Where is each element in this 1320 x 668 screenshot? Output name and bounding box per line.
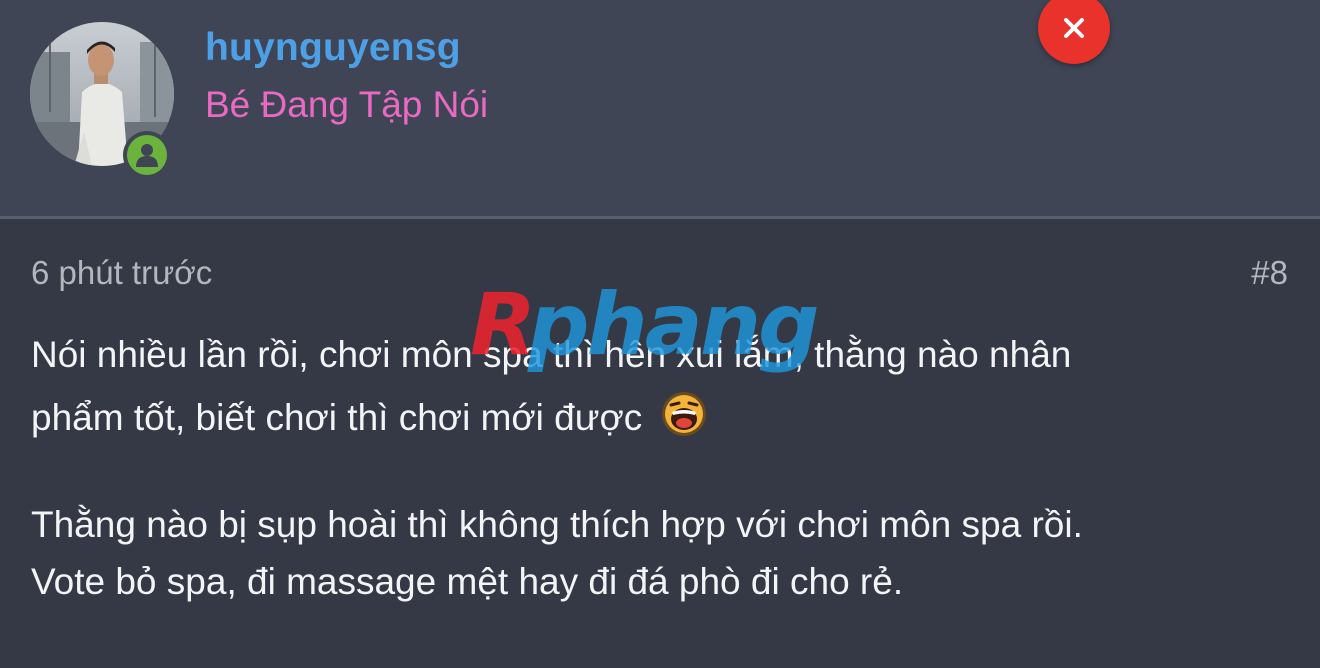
post-text-line-content: phẩm tốt, biết chơi thì chơi mới được: [31, 397, 643, 438]
close-icon: [1064, 18, 1084, 38]
post-text-line: Thằng nào bị sụp hoài thì không thích hợ…: [31, 504, 1083, 545]
close-button[interactable]: [1038, 0, 1110, 64]
user-online-icon: [136, 144, 158, 167]
username[interactable]: huynguyensg: [205, 26, 461, 70]
post-page: huynguyensg Bé Đang Tập Nói 6 phút trước…: [0, 0, 1320, 668]
post-text-line: phẩm tốt, biết chơi thì chơi mới được: [31, 390, 709, 439]
user-title: Bé Đang Tập Nói: [205, 84, 489, 125]
laughing-emoji-icon: [661, 392, 706, 436]
post-number[interactable]: #8: [1251, 254, 1288, 292]
post-timestamp[interactable]: 6 phút trước: [31, 254, 212, 292]
online-badge: [123, 131, 171, 179]
post-text-line: Nói nhiều lần rồi, chơi môn spa thì hên …: [31, 334, 1072, 375]
post-text-line: Vote bỏ spa, đi massage mệt hay đi đá ph…: [31, 561, 904, 602]
post-header: huynguyensg Bé Đang Tập Nói: [0, 0, 1320, 216]
